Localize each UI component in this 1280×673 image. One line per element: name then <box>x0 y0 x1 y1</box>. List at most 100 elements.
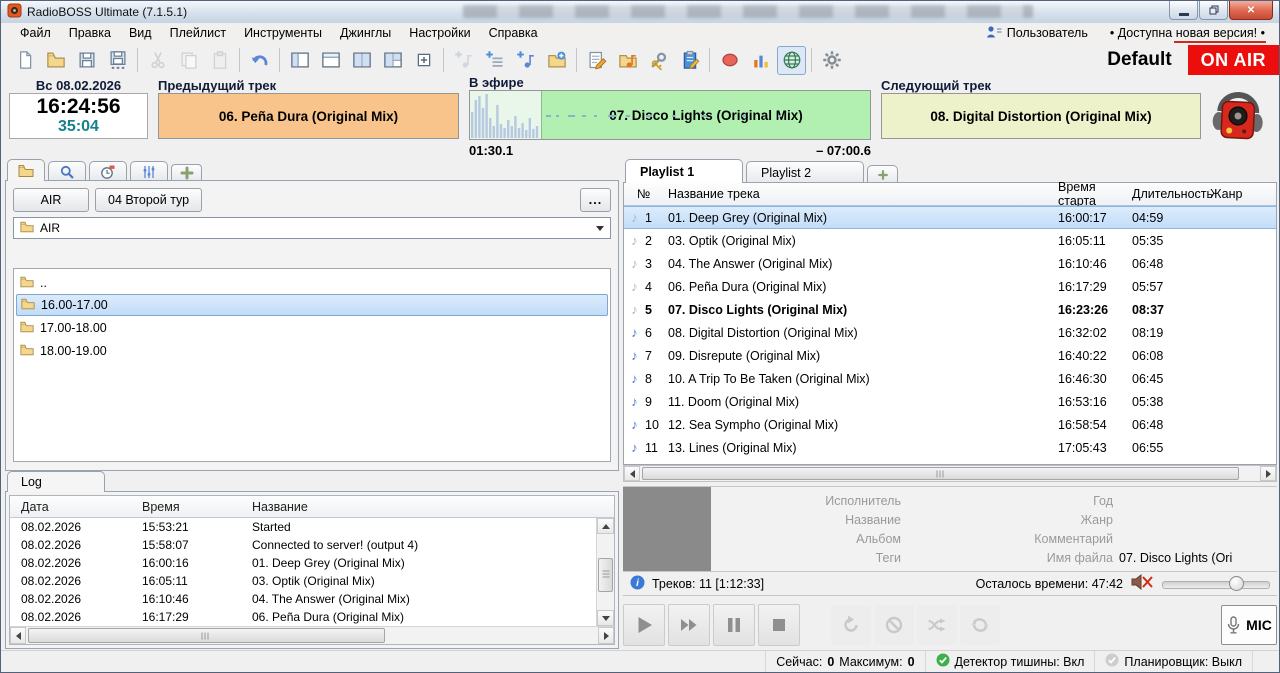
play-button[interactable] <box>623 604 665 646</box>
log-row[interactable]: 08.02.202615:58:07Connected to server! (… <box>10 536 596 554</box>
menu-settings[interactable]: Настройки <box>400 24 479 42</box>
tools-icon[interactable] <box>644 46 673 75</box>
playlist-row[interactable]: ♪1113. Lines (Original Mix)17:05:4306:55 <box>624 436 1276 459</box>
title-bar[interactable]: RadioBOSS Ultimate (7.1.5.1) ✕ <box>1 1 1279 24</box>
add-folder-icon[interactable] <box>542 46 571 75</box>
minimize-button[interactable] <box>1169 1 1198 20</box>
menu-file[interactable]: Файл <box>11 24 60 42</box>
col-genre[interactable]: Жанр <box>1210 187 1276 201</box>
playlist-row[interactable]: ♪304. The Answer (Original Mix)16:10:460… <box>624 252 1276 275</box>
playlist-row[interactable]: ♪709. Disrepute (Original Mix)16:40:2206… <box>624 344 1276 367</box>
tab-playlist-2[interactable]: Playlist 2 <box>746 161 864 183</box>
repeat-button[interactable] <box>831 605 871 645</box>
folder-item[interactable]: 18.00-19.00 <box>16 339 608 362</box>
menu-edit[interactable]: Правка <box>60 24 120 42</box>
loop-button[interactable] <box>960 605 1000 645</box>
scheduler-toggle[interactable]: Планировщик: Выкл <box>1095 653 1252 670</box>
col-duration[interactable]: Длительность <box>1132 187 1210 201</box>
playlist-row[interactable]: ♪608. Digital Distortion (Original Mix)1… <box>624 321 1276 344</box>
col-start-time[interactable]: Время старта <box>1058 180 1132 208</box>
library-more-button[interactable]: ... <box>580 188 611 212</box>
update-notice-link[interactable]: • Доступна новая версия! • <box>1106 26 1269 40</box>
mic-button[interactable]: MIC <box>1221 605 1277 645</box>
paste-icon[interactable] <box>205 46 234 75</box>
profile-label[interactable]: Default <box>1107 49 1171 71</box>
volume-slider-thumb[interactable] <box>1229 576 1244 591</box>
report-icon[interactable] <box>582 46 611 75</box>
tab-scheduler[interactable] <box>89 161 127 181</box>
volume-slider[interactable] <box>1162 575 1270 593</box>
playlist-row[interactable]: ♪810. A Trip To Be Taken (Original Mix)1… <box>624 367 1276 390</box>
playlist-row[interactable]: ♪911. Doom (Original Mix)16:53:1605:38 <box>624 390 1276 413</box>
menu-tools[interactable]: Инструменты <box>235 24 331 42</box>
stop-button[interactable] <box>758 604 800 646</box>
log-col-time[interactable]: Время <box>138 500 248 514</box>
open-playlist-icon[interactable] <box>41 46 70 75</box>
shuffle-button[interactable] <box>917 605 957 645</box>
tab-folder[interactable] <box>7 159 45 181</box>
undo-icon[interactable] <box>245 46 274 75</box>
scroll-left-icon[interactable] <box>10 627 26 644</box>
fast-forward-button[interactable] <box>668 604 710 646</box>
playlist-row[interactable]: ♪101. Deep Grey (Original Mix)16:00:1704… <box>624 206 1276 229</box>
log-row[interactable]: 08.02.202616:17:2906. Peña Dura (Origina… <box>10 608 596 626</box>
log-col-name[interactable]: Название <box>248 500 614 514</box>
menu-playlist[interactable]: Плейлист <box>161 24 235 42</box>
folder-item[interactable]: .. <box>16 271 608 294</box>
block-button[interactable] <box>874 605 914 645</box>
library-button-round2[interactable]: 04 Второй тур <box>95 188 202 212</box>
playlist-editor-icon[interactable] <box>675 46 704 75</box>
folder-item[interactable]: 17.00-18.00 <box>16 316 608 339</box>
scroll-right-icon[interactable] <box>598 627 614 644</box>
scroll-up-icon[interactable] <box>597 518 614 534</box>
playlist-row[interactable]: ♪203. Optik (Original Mix)16:05:1105:35 <box>624 229 1276 252</box>
mute-icon[interactable] <box>1131 574 1154 593</box>
menu-jingles[interactable]: Джинглы <box>331 24 400 42</box>
log-row[interactable]: 08.02.202615:53:21Started <box>10 518 596 536</box>
scroll-down-icon[interactable] <box>597 610 614 626</box>
next-track-deck[interactable]: 08. Digital Distortion (Original Mix) <box>881 93 1201 139</box>
log-row[interactable]: 08.02.202616:00:1601. Deep Grey (Origina… <box>10 554 596 572</box>
playlist-row[interactable]: ♪406. Peña Dura (Original Mix)16:17:2905… <box>624 275 1276 298</box>
tab-log[interactable]: Log <box>7 471 105 492</box>
menu-help[interactable]: Справка <box>480 24 547 42</box>
settings-icon[interactable] <box>817 46 846 75</box>
tab-add-tab[interactable] <box>171 164 202 181</box>
scroll-left-icon[interactable] <box>624 466 640 481</box>
save-playlist-as-icon[interactable] <box>103 46 132 75</box>
layout-columns-icon[interactable] <box>347 46 376 75</box>
cut-icon[interactable] <box>143 46 172 75</box>
levels-icon[interactable] <box>746 46 775 75</box>
tab-search[interactable] <box>48 161 86 181</box>
tab-cart-wall[interactable] <box>130 161 168 181</box>
log-row[interactable]: 08.02.202616:05:1103. Optik (Original Mi… <box>10 572 596 590</box>
add-track-icon[interactable] <box>449 46 478 75</box>
record-icon[interactable] <box>715 46 744 75</box>
layout-left-pane-icon[interactable] <box>285 46 314 75</box>
add-playlist-tab-button[interactable] <box>867 165 898 183</box>
copy-icon[interactable] <box>174 46 203 75</box>
internet-broadcast-icon[interactable] <box>777 46 806 75</box>
log-row[interactable]: 08.02.202616:10:4604. The Answer (Origin… <box>10 590 596 608</box>
pause-button[interactable] <box>713 604 755 646</box>
add-playlist-icon[interactable] <box>480 46 509 75</box>
silence-detector-toggle[interactable]: Детектор тишины: Вкл <box>926 653 1095 670</box>
layout-grid-icon[interactable] <box>378 46 407 75</box>
info-icon[interactable]: i <box>630 575 645 593</box>
new-playlist-icon[interactable] <box>10 46 39 75</box>
menu-view[interactable]: Вид <box>120 24 161 42</box>
col-track-title[interactable]: Название трека <box>668 187 1058 201</box>
log-col-date[interactable]: Дата <box>10 500 138 514</box>
user-menu[interactable]: Пользователь <box>986 25 1088 41</box>
scroll-right-icon[interactable] <box>1260 466 1276 481</box>
add-music-file-icon[interactable] <box>511 46 540 75</box>
waveform-position-bar[interactable] <box>470 91 542 139</box>
playlist-row[interactable]: ♪1012. Sea Sympho (Original Mix)16:58:54… <box>624 413 1276 436</box>
restore-button[interactable] <box>1199 1 1228 20</box>
close-button[interactable]: ✕ <box>1229 1 1273 20</box>
log-horizontal-scrollbar[interactable] <box>10 626 614 644</box>
folder-item[interactable]: 16.00-17.00 <box>16 294 608 316</box>
folder-path-dropdown[interactable]: AIR <box>13 217 611 239</box>
previous-track-deck[interactable]: 06. Peña Dura (Original Mix) <box>158 93 459 139</box>
layout-single-icon[interactable] <box>316 46 345 75</box>
